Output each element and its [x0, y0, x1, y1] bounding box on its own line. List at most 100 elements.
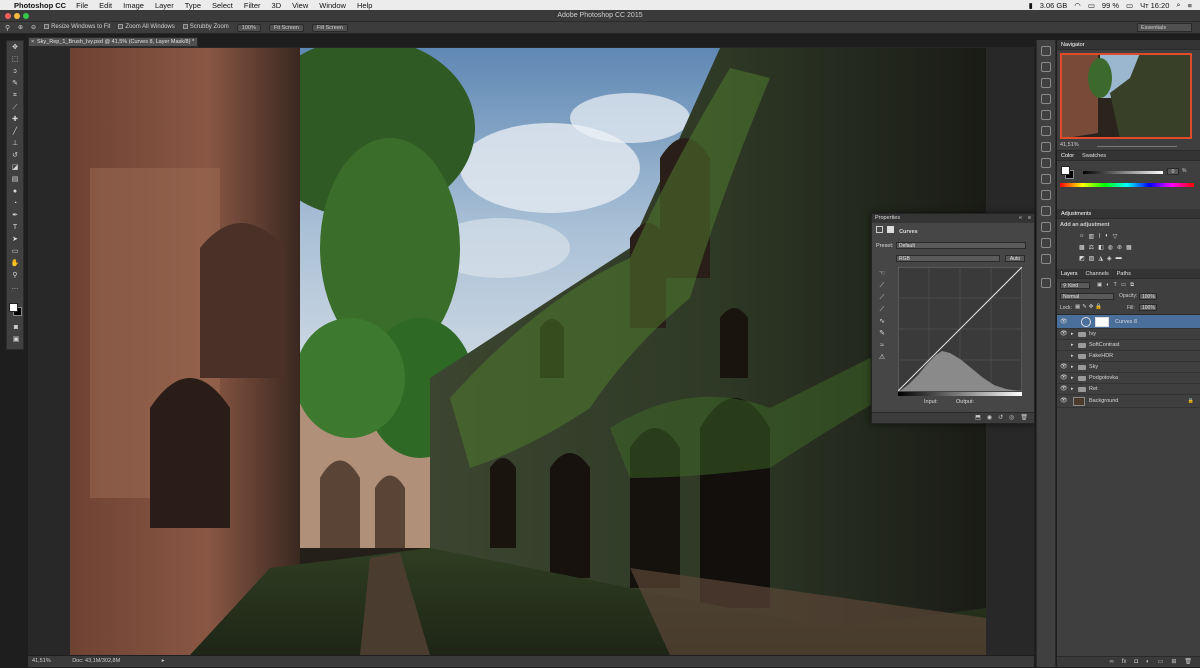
document-image[interactable]	[70, 48, 986, 655]
battery-icon[interactable]: ▭	[1126, 1, 1133, 10]
paths-tab[interactable]: Paths	[1117, 269, 1131, 278]
glyphs-panel-icon[interactable]	[1041, 174, 1051, 184]
reset-icon[interactable]: ↺	[998, 413, 1003, 423]
menu-filter[interactable]: Filter	[244, 1, 261, 10]
new-adjustment-icon[interactable]: ◐	[1146, 657, 1150, 667]
healing-brush-tool-icon[interactable]: ✚	[9, 115, 21, 125]
menu-edit[interactable]: Edit	[99, 1, 112, 10]
menu-layer[interactable]: Layer	[155, 1, 174, 10]
path-select-tool-icon[interactable]: ➤	[9, 235, 21, 245]
properties-panel-icon[interactable]	[1041, 62, 1051, 72]
clock[interactable]: Чт 16:20	[1140, 1, 1169, 10]
channels-panel-icon[interactable]	[1041, 222, 1051, 232]
gray-value-input[interactable]: 0	[1167, 168, 1179, 175]
posterize-icon[interactable]: ▨	[1089, 255, 1095, 262]
doc-size[interactable]: Doc: 43,1M/302,8M	[72, 658, 120, 664]
brush-presets-icon[interactable]	[1041, 78, 1051, 88]
layer-row-podgotovka[interactable]: 👁 ▸ Podgotovka	[1057, 373, 1200, 384]
navigator-zoom[interactable]: 41,51%	[1060, 142, 1079, 148]
opacity-input[interactable]: 100%	[1139, 293, 1157, 300]
vibrance-icon[interactable]: ▽	[1113, 233, 1118, 240]
blur-tool-icon[interactable]: ●	[9, 187, 21, 197]
black-point-eyedropper-icon[interactable]: ⟋	[876, 281, 888, 291]
layer-mask-icon[interactable]	[886, 226, 894, 233]
menu-window[interactable]: Window	[319, 1, 346, 10]
type-filter-icon[interactable]: T	[1114, 282, 1117, 289]
selective-color-icon[interactable]: ◈	[1107, 255, 1112, 262]
expand-arrow-icon[interactable]: ▸	[1071, 384, 1074, 395]
curves-graph[interactable]	[898, 267, 1022, 391]
zoom-100-button[interactable]: 100%	[236, 23, 261, 32]
expand-arrow-icon[interactable]: ▸	[1071, 362, 1074, 373]
status-arrow-icon[interactable]: ▸	[162, 658, 165, 664]
navigator-thumbnail[interactable]	[1060, 53, 1192, 139]
targeted-adjust-icon[interactable]: ☜	[876, 269, 888, 279]
edit-points-icon[interactable]: ∿	[876, 317, 888, 327]
smooth-curve-icon[interactable]: ≈	[876, 341, 888, 351]
paragraph-panel-icon[interactable]	[1041, 110, 1051, 120]
visibility-eye-icon[interactable]: 👁	[1060, 315, 1068, 329]
paths-panel-icon[interactable]	[1041, 190, 1051, 200]
expand-arrow-icon[interactable]: ▸	[1071, 340, 1074, 351]
add-mask-icon[interactable]: ◘	[1134, 657, 1138, 667]
move-tool-icon[interactable]: ✥	[9, 43, 21, 53]
menu-image[interactable]: Image	[123, 1, 144, 10]
curves-panel-icon[interactable]	[1041, 278, 1051, 288]
zoom-tool-box-icon[interactable]: ⚲	[9, 271, 21, 281]
visibility-eye-icon[interactable]: 👁	[1060, 395, 1068, 408]
brightness-contrast-icon[interactable]: ☼	[1079, 233, 1085, 240]
search-icon[interactable]: ⌕	[1176, 0, 1180, 10]
clone-source-icon[interactable]	[1041, 254, 1051, 264]
resize-windows-checkbox[interactable]: Resize Windows to Fit	[44, 24, 110, 31]
auto-button[interactable]: Auto	[1005, 255, 1025, 262]
type-tool-icon[interactable]: T	[9, 223, 21, 233]
menu-type[interactable]: Type	[185, 1, 201, 10]
layer-style-icon[interactable]: fx	[1122, 657, 1127, 667]
zoom-in-icon[interactable]: ⊕	[18, 24, 23, 31]
channels-tab[interactable]: Channels	[1086, 269, 1109, 278]
expand-arrow-icon[interactable]: ▸	[1071, 351, 1074, 362]
adjustment-filter-icon[interactable]: ◐	[1106, 282, 1109, 289]
more-tools-icon[interactable]: …	[9, 283, 21, 293]
color-balance-icon[interactable]: ⚖	[1089, 244, 1094, 251]
threshold-icon[interactable]: ◮	[1098, 255, 1103, 262]
zoom-window-icon[interactable]	[23, 13, 29, 19]
white-point-eyedropper-icon[interactable]: ⟋	[876, 305, 888, 315]
layer-row-fakehdr[interactable]: ▸ FakeHDR	[1057, 351, 1200, 362]
character-panel-icon[interactable]	[1041, 94, 1051, 104]
expand-arrow-icon[interactable]: ▸	[1071, 373, 1074, 384]
close-document-icon[interactable]: ×	[31, 38, 34, 47]
view-previous-icon[interactable]: ◉	[987, 413, 992, 423]
document-tab[interactable]: × Sky_Rep_1_Brush_Ivy.psd @ 41,5% (Curve…	[28, 37, 198, 47]
visibility-eye-icon[interactable]: 👁	[1060, 373, 1068, 384]
flag-icon[interactable]: ▭	[1088, 1, 1095, 10]
dodge-tool-icon[interactable]: ◔	[9, 199, 21, 209]
menu-view[interactable]: View	[292, 1, 308, 10]
adjustments-tab[interactable]: Adjustments	[1061, 209, 1091, 218]
expand-arrow-icon[interactable]: ▸	[1071, 329, 1074, 340]
menu-list-icon[interactable]: ≡	[1188, 1, 1192, 10]
libraries-panel-icon[interactable]	[1041, 158, 1051, 168]
layer-row-softcontrast[interactable]: ▸ SoftContrast	[1057, 340, 1200, 351]
shape-filter-icon[interactable]: ▭	[1121, 282, 1126, 289]
hand-tool-icon[interactable]: ✋	[9, 259, 21, 269]
draw-curve-pencil-icon[interactable]: ✎	[876, 329, 888, 339]
minimize-window-icon[interactable]	[14, 13, 20, 19]
clone-stamp-tool-icon[interactable]: ⊥	[9, 139, 21, 149]
quick-mask-icon[interactable]: ◙	[10, 323, 22, 333]
collapse-panel-icon[interactable]: «	[1019, 214, 1022, 223]
tool-presets-icon[interactable]	[1041, 238, 1051, 248]
info-panel-icon[interactable]	[1041, 142, 1051, 152]
styles-panel-icon[interactable]	[1041, 206, 1051, 216]
layer-row-ivy[interactable]: 👁 ▸ Ivy	[1057, 329, 1200, 340]
screen-mode-icon[interactable]: ▣	[10, 335, 22, 345]
history-brush-tool-icon[interactable]: ↺	[9, 151, 21, 161]
delete-adjustment-icon[interactable]: 🗑	[1020, 413, 1028, 423]
eraser-tool-icon[interactable]: ◪	[9, 163, 21, 173]
layer-row-background[interactable]: 👁 Background 🔒	[1057, 395, 1200, 408]
visibility-eye-icon[interactable]: 👁	[1060, 329, 1068, 340]
menu-file[interactable]: File	[76, 1, 88, 10]
close-window-icon[interactable]	[5, 13, 11, 19]
smart-object-filter-icon[interactable]: ⧉	[1130, 282, 1134, 289]
layer-row-curves-8[interactable]: 👁 Curves 8	[1057, 315, 1200, 329]
